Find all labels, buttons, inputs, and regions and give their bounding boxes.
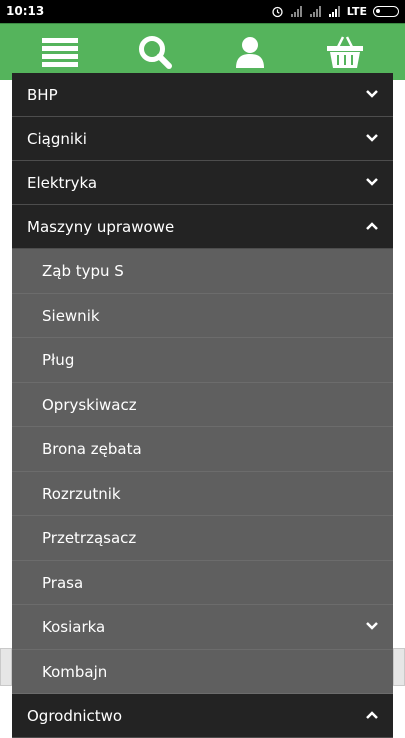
signal-icon bbox=[290, 6, 302, 17]
subcategory-item[interactable]: Opryskiwacz bbox=[12, 382, 393, 427]
battery-icon bbox=[373, 6, 399, 17]
page-background-left bbox=[0, 80, 12, 720]
status-time: 10:13 bbox=[6, 4, 45, 18]
subcategory-item[interactable]: Kombajn bbox=[12, 649, 393, 694]
subcategory-item[interactable]: Siewnik bbox=[12, 293, 393, 338]
category-label: Ogrodnictwo bbox=[27, 707, 123, 725]
subcategory-item[interactable]: Brona zębata bbox=[12, 427, 393, 472]
subcategory-label: Ząb typu S bbox=[42, 262, 124, 280]
menu-icon bbox=[42, 38, 78, 67]
category-elektryka[interactable]: Elektryka bbox=[12, 161, 393, 205]
subcategory-label: Rozrzutnik bbox=[42, 484, 121, 503]
subcategory-item[interactable]: Ząb typu S bbox=[12, 249, 393, 294]
category-label: BHP bbox=[27, 86, 58, 104]
search-button[interactable] bbox=[125, 28, 185, 76]
category-menu: BHP Ciągniki Elektryka Maszyny uprawowe … bbox=[12, 73, 393, 738]
category-label: Maszyny uprawowe bbox=[27, 218, 175, 236]
subcategory-item[interactable]: Rozrzutnik bbox=[12, 471, 393, 516]
chevron-down-icon bbox=[366, 178, 378, 186]
category-label: Ciągniki bbox=[27, 130, 87, 148]
category-label: Elektryka bbox=[27, 174, 98, 192]
cart-button[interactable] bbox=[315, 28, 375, 76]
status-icons: LTE bbox=[271, 3, 399, 20]
subcategory-label: Pług bbox=[42, 351, 75, 369]
search-icon bbox=[139, 36, 172, 69]
basket-icon bbox=[327, 36, 363, 68]
subcategory-label: Opryskiwacz bbox=[42, 395, 137, 414]
category-ogrodnictwo[interactable]: Ogrodnictwo bbox=[12, 694, 393, 738]
alarm-icon bbox=[272, 6, 283, 18]
subcategory-label: Siewnik bbox=[42, 306, 100, 325]
category-ciagniki[interactable]: Ciągniki bbox=[12, 117, 393, 161]
network-type: LTE bbox=[346, 5, 367, 18]
top-navigation-bar bbox=[0, 23, 405, 80]
chevron-down-icon bbox=[366, 622, 378, 630]
subcategory-label: Prasa bbox=[42, 573, 84, 592]
subcategory-item[interactable]: Prasa bbox=[12, 560, 393, 605]
page-element-partial bbox=[393, 648, 405, 686]
category-bhp[interactable]: BHP bbox=[12, 73, 393, 117]
status-bar: 10:13 LTE bbox=[0, 0, 405, 23]
user-icon bbox=[236, 37, 264, 68]
page-background-right bbox=[393, 80, 405, 720]
subcategory-label: Kombajn bbox=[42, 662, 108, 681]
subcategory-item[interactable]: Przetrząsacz bbox=[12, 516, 393, 561]
page-element-partial bbox=[0, 648, 12, 686]
chevron-down-icon bbox=[366, 90, 378, 98]
category-maszyny-uprawowe[interactable]: Maszyny uprawowe bbox=[12, 205, 393, 249]
subcategory-label: Przetrząsacz bbox=[42, 529, 137, 547]
subcategory-item-kosiarka[interactable]: Kosiarka bbox=[12, 605, 393, 650]
menu-button[interactable] bbox=[30, 28, 90, 76]
signal-icon bbox=[309, 6, 321, 17]
chevron-up-icon bbox=[366, 222, 378, 230]
subcategory-label: Brona zębata bbox=[42, 440, 142, 458]
chevron-down-icon bbox=[366, 134, 378, 142]
subcategory-label: Kosiarka bbox=[42, 618, 106, 636]
account-button[interactable] bbox=[220, 28, 280, 76]
subcategory-item[interactable]: Pług bbox=[12, 338, 393, 383]
signal-icon bbox=[328, 6, 340, 17]
